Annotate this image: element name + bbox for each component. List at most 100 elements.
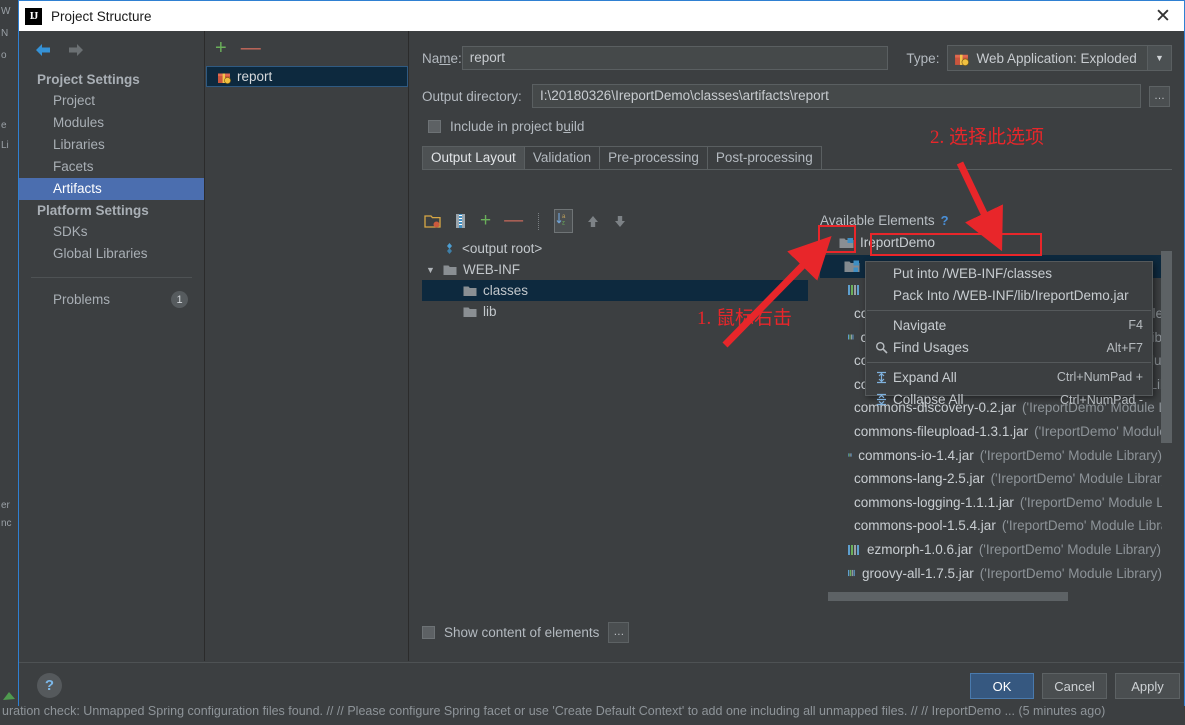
close-icon[interactable]: ✕ (1152, 5, 1174, 27)
tab-validation[interactable]: Validation (523, 146, 601, 169)
available-element-suffix: ('IreportDemo' Module Library) (979, 565, 1162, 581)
browse-output-directory-button[interactable]: … (1149, 85, 1170, 107)
available-element-row[interactable]: commons-pool-1.5.4.jar ('IreportDemo' Mo… (820, 514, 1162, 538)
ok-button[interactable]: OK (970, 673, 1034, 699)
expand-all-icon (872, 371, 891, 384)
artifact-type-value: Web Application: Exploded (976, 50, 1137, 66)
tab-output-layout[interactable]: Output Layout (422, 146, 525, 169)
available-element-row[interactable]: commons-logging-1.1.1.jar ('IreportDemo'… (820, 491, 1162, 515)
arrow-left-icon[interactable] (33, 41, 53, 59)
show-content-label: Show content of elements (444, 625, 600, 640)
show-content-checkbox[interactable] (422, 626, 435, 639)
artifact-list-item-report[interactable]: report (206, 66, 408, 87)
sidebar-item-problems-label: Problems (53, 292, 111, 307)
toolbar-divider (538, 212, 540, 230)
available-element-suffix: ('IreportDemo' Module Library) (978, 542, 1162, 558)
nav-group-platform-settings: Platform Settings (37, 203, 149, 218)
tab-post-processing[interactable]: Post-processing (706, 146, 822, 169)
tree-row-classes[interactable]: classes (422, 280, 808, 301)
available-element-row[interactable]: commons-lang-2.5.jar ('IreportDemo' Modu… (820, 467, 1162, 491)
show-content-options-button[interactable]: … (608, 622, 630, 643)
available-element-row[interactable]: httpclient-4.0.1.jar ('IreportDemo' Modu… (820, 585, 1162, 587)
output-root-icon (447, 243, 452, 254)
detail-tabs: Output Layout Validation Pre-processing … (422, 146, 1172, 170)
folder-icon (463, 286, 477, 296)
question-mark-icon[interactable]: ? (941, 213, 949, 228)
jar-icon (848, 570, 855, 577)
available-elements-horizontal-scrollbar[interactable] (820, 592, 1150, 601)
menu-item-put-into-web-inf-classes[interactable]: Put into /WEB-INF/classes (866, 262, 1152, 285)
sidebar-item-global-libraries[interactable]: Global Libraries (19, 243, 204, 265)
include-in-build-checkbox[interactable] (428, 120, 441, 133)
collapse-all-icon (872, 393, 891, 406)
tab-pre-processing[interactable]: Pre-processing (599, 146, 708, 169)
menu-item-navigate[interactable]: Navigate F4 (866, 314, 1152, 337)
jar-icon (848, 544, 859, 555)
sidebar-item-modules[interactable]: Modules (19, 112, 204, 134)
sidebar-item-sdks[interactable]: SDKs (19, 221, 204, 243)
sidebar-item-problems[interactable]: Problems 1 (19, 288, 204, 312)
scrollbar-thumb[interactable] (1161, 251, 1172, 443)
tree-row-label: WEB-INF (463, 262, 520, 277)
svg-text:z: z (562, 221, 565, 227)
name-label: Name: (422, 50, 462, 66)
remove-artifact-button[interactable]: — (241, 38, 261, 58)
scrollbar-thumb[interactable] (828, 592, 1068, 601)
sidebar-item-project[interactable]: Project (19, 90, 204, 112)
move-down-icon[interactable] (613, 214, 627, 229)
nav-group-project-settings: Project Settings (37, 72, 140, 87)
available-element-row[interactable]: ezmorph-1.0.6.jar ('IreportDemo' Module … (820, 538, 1162, 562)
add-directory-icon[interactable] (424, 213, 441, 229)
ide-left-toolwindow-strip[interactable]: W N o e Li er nc (0, 0, 18, 710)
apply-button[interactable]: Apply (1115, 673, 1180, 699)
name-input[interactable]: report (461, 46, 889, 70)
available-element-row[interactable]: groovy-all-1.7.5.jar ('IreportDemo' Modu… (820, 561, 1162, 585)
sidebar-item-libraries[interactable]: Libraries (19, 134, 204, 156)
available-element-row[interactable]: commons-io-1.4.jar ('IreportDemo' Module… (820, 443, 1162, 467)
menu-item-collapse-all[interactable]: Collapse All Ctrl+NumPad - (866, 389, 1152, 412)
available-element-row[interactable]: ▼ IreportDemo (820, 231, 1162, 255)
tree-row-web-inf[interactable]: ▼ WEB-INF (422, 259, 808, 280)
chevron-down-icon[interactable]: ▼ (1147, 46, 1171, 70)
available-element-suffix: ('IreportDemo' Module Library) (979, 447, 1162, 463)
move-up-icon[interactable] (586, 214, 600, 229)
add-artifact-button[interactable]: + (215, 38, 227, 58)
artifact-type-select[interactable]: Web Application: Exploded ▼ (947, 45, 1172, 71)
show-content-row[interactable]: Show content of elements … (422, 622, 630, 643)
menu-item-pack-into-jar[interactable]: Pack Into /WEB-INF/lib/IreportDemo.jar (866, 285, 1152, 308)
available-element-row[interactable]: commons-fileupload-1.3.1.jar ('IreportDe… (820, 420, 1162, 444)
output-directory-row: Output directory: I:\20180326\IreportDem… (410, 84, 1184, 108)
search-icon (872, 341, 891, 354)
available-element-label: commons-lang-2.5.jar (854, 471, 985, 487)
remove-icon[interactable]: — (504, 211, 523, 230)
tree-twisty-expanded-icon[interactable]: ▼ (424, 265, 437, 275)
add-copy-icon[interactable]: + (480, 211, 491, 230)
include-in-build-row[interactable]: Include in project build (410, 119, 1184, 134)
tree-twisty-expanded-icon[interactable]: ▼ (820, 238, 833, 248)
cancel-button[interactable]: Cancel (1042, 673, 1107, 699)
folder-icon (463, 307, 477, 317)
available-elements-vertical-scrollbar[interactable] (1161, 231, 1172, 587)
help-button[interactable]: ? (37, 673, 62, 698)
sidebar-item-facets[interactable]: Facets (19, 156, 204, 178)
sort-az-icon[interactable]: a z (554, 209, 574, 233)
artifacts-list-panel: + — report (206, 31, 409, 661)
tree-row-label: <output root> (462, 241, 543, 256)
sidebar-item-artifacts[interactable]: Artifacts (19, 178, 204, 200)
context-menu[interactable]: Put into /WEB-INF/classes Pack Into /WEB… (865, 261, 1153, 407)
output-directory-input[interactable]: I:\20180326\IreportDemo\classes\artifact… (532, 84, 1141, 108)
available-element-label: groovy-all-1.7.5.jar (861, 565, 974, 581)
project-structure-dialog: IJ Project Structure ✕ Project Settings … (18, 0, 1185, 710)
dialog-footer: ? OK Cancel Apply (19, 662, 1184, 710)
tree-row-output-root[interactable]: <output root> (422, 238, 808, 259)
available-element-suffix: ('IreportDemo' Module Librar (1019, 494, 1162, 510)
arrow-right-icon[interactable] (66, 41, 86, 59)
jar-icon (848, 453, 852, 457)
available-element-suffix: ('IreportDemo' Module Lib (1034, 424, 1162, 440)
menu-item-label: Navigate (893, 317, 947, 333)
available-element-label: IreportDemo (860, 235, 936, 251)
add-archive-icon[interactable] (454, 213, 467, 229)
menu-item-expand-all[interactable]: Expand All Ctrl+NumPad + (866, 366, 1152, 389)
menu-item-shortcut: Ctrl+NumPad + (1056, 370, 1143, 385)
menu-item-find-usages[interactable]: Find Usages Alt+F7 (866, 337, 1152, 360)
